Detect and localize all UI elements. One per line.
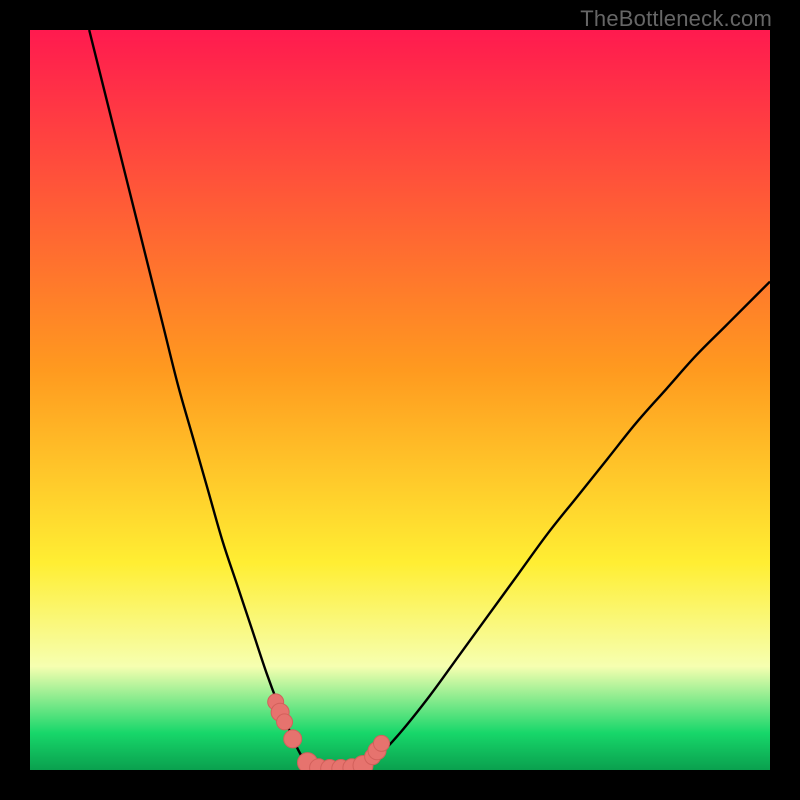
marker-point [277, 714, 293, 730]
marker-point [374, 735, 390, 751]
gradient-background [30, 30, 770, 770]
chart-plot-area [30, 30, 770, 770]
outer-frame: TheBottleneck.com [0, 0, 800, 800]
chart-svg [30, 30, 770, 770]
marker-point [284, 730, 302, 748]
watermark-text: TheBottleneck.com [580, 6, 772, 32]
